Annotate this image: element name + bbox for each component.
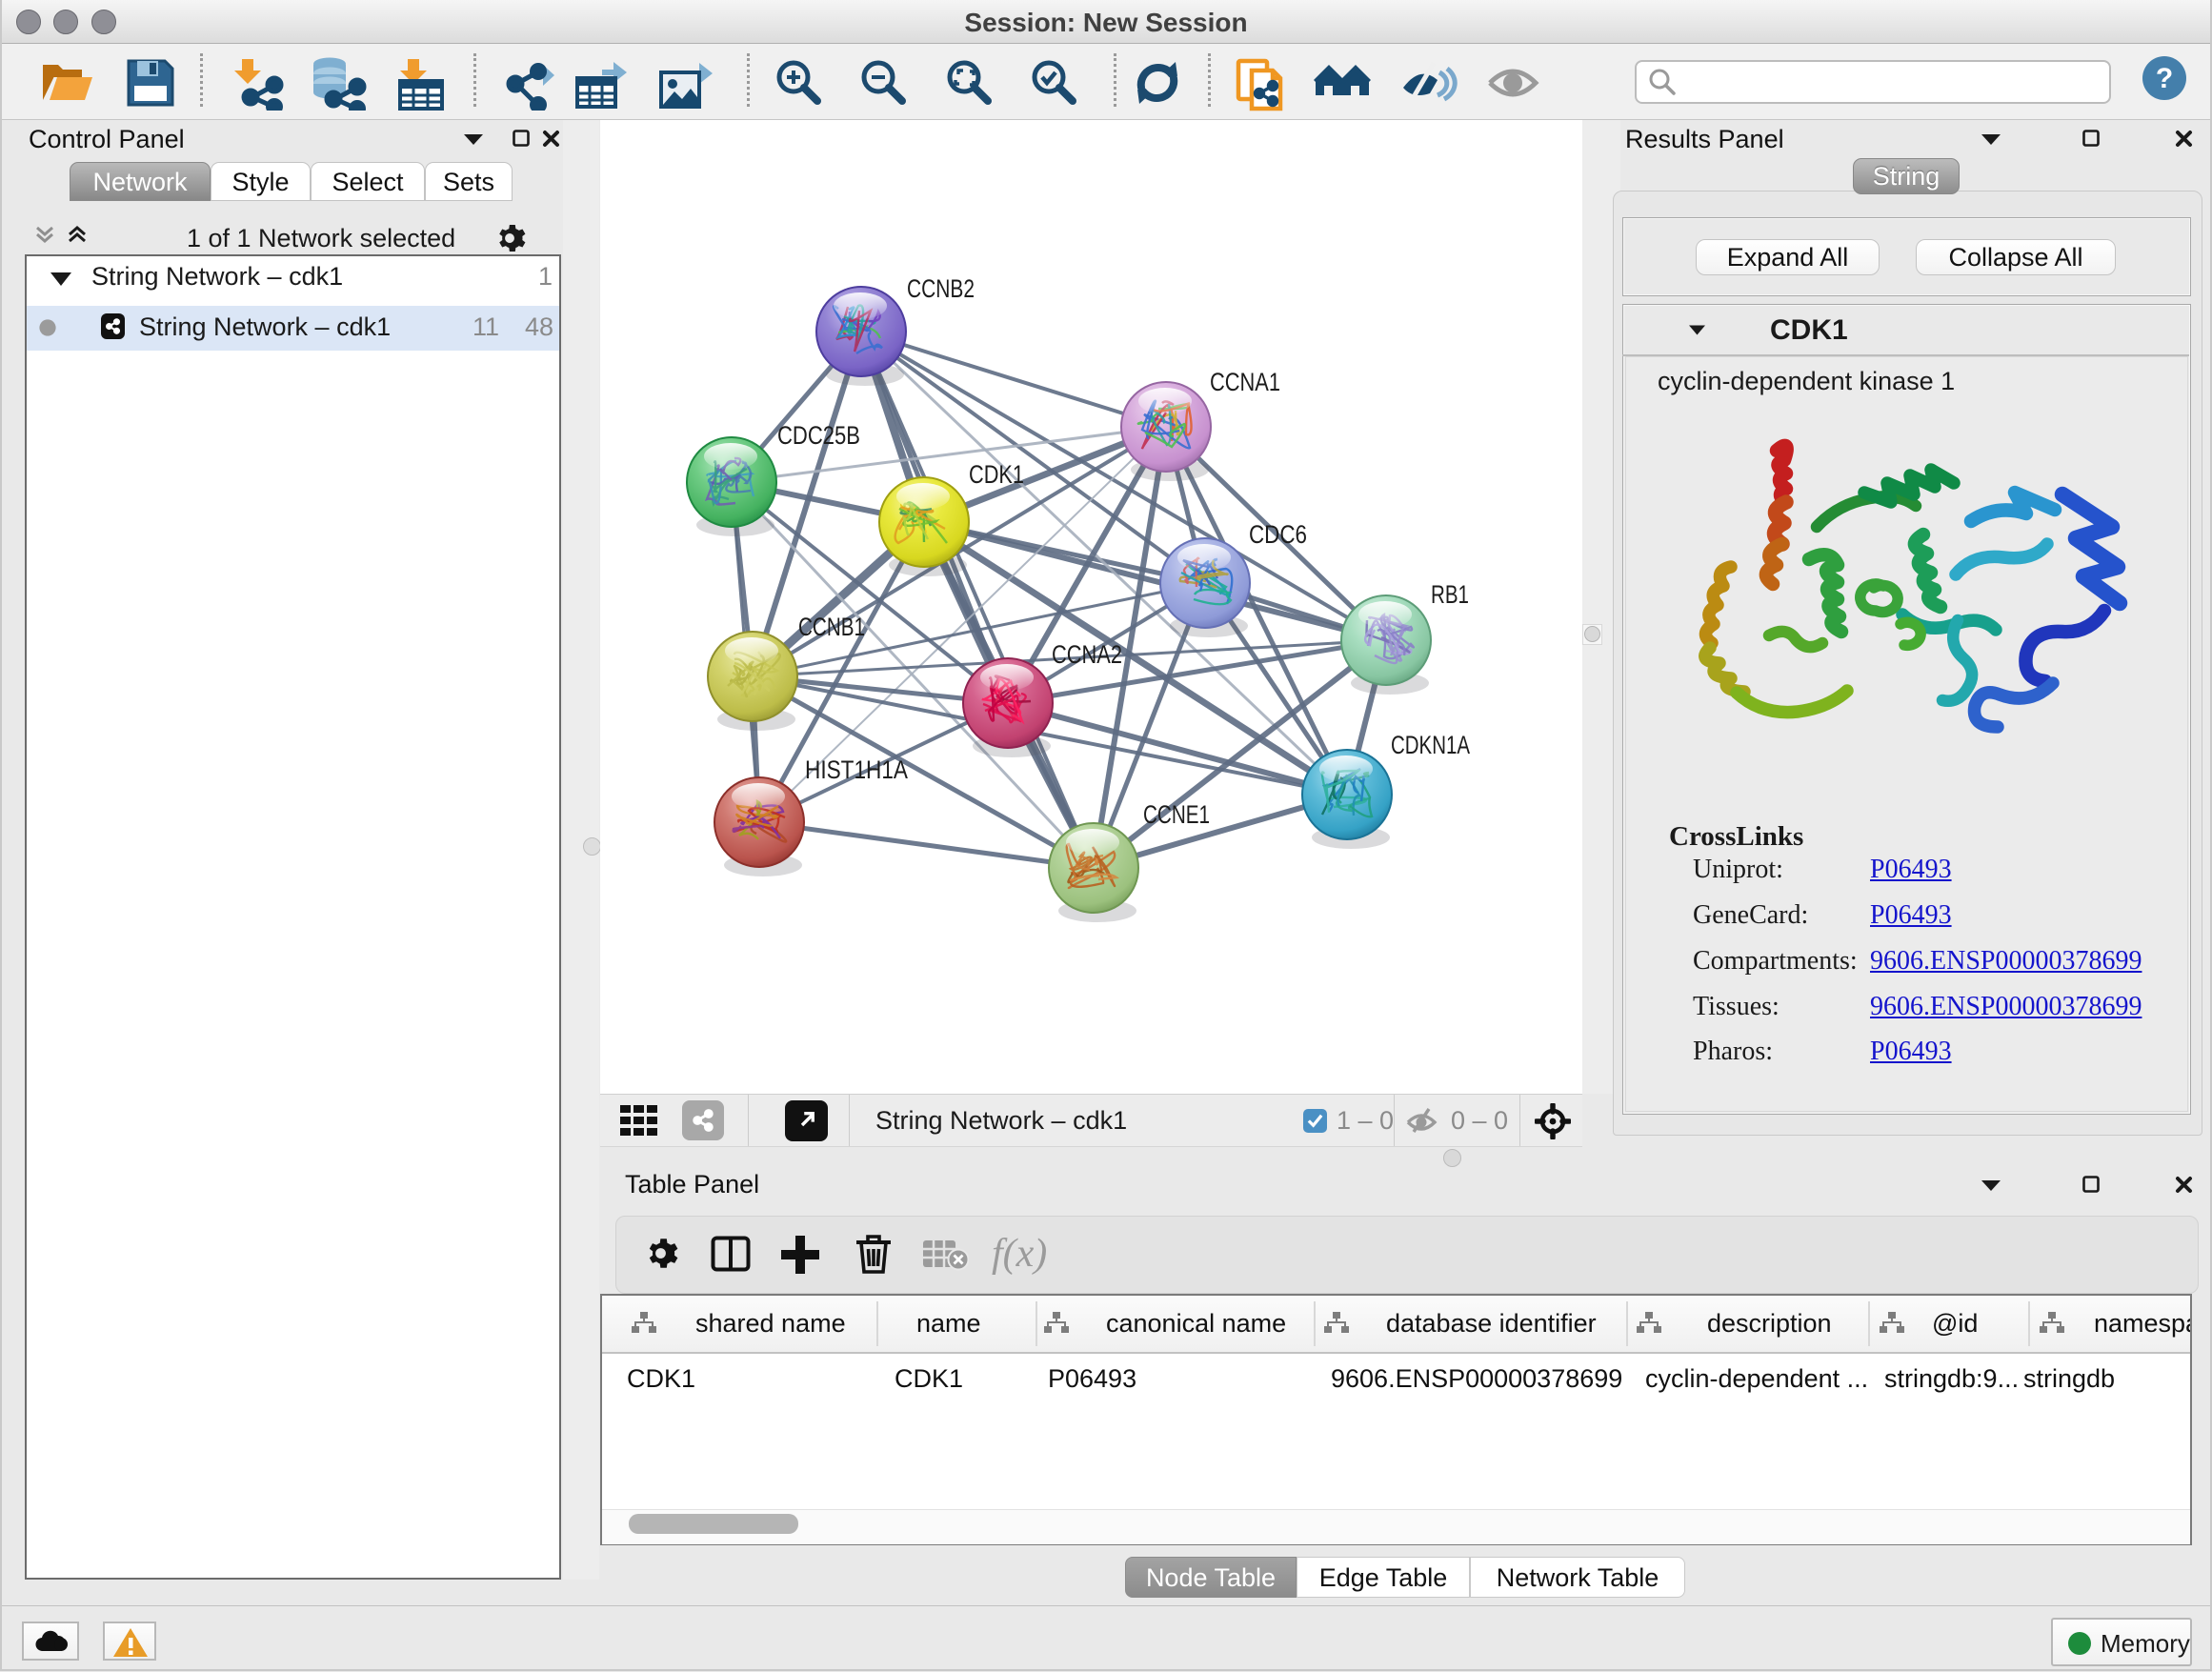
svg-text:?: ?: [2156, 63, 2173, 94]
svg-text:CCNA2: CCNA2: [1052, 640, 1122, 669]
svg-text:CCNB1: CCNB1: [798, 613, 865, 641]
svg-text:CCNE1: CCNE1: [1143, 800, 1210, 829]
svg-text:CDK1: CDK1: [969, 460, 1024, 489]
svg-text:HIST1H1A: HIST1H1A: [805, 755, 908, 784]
svg-text:CDC6: CDC6: [1249, 520, 1307, 549]
svg-text:CCNB2: CCNB2: [907, 274, 975, 303]
svg-text:CCNA1: CCNA1: [1210, 368, 1280, 396]
svg-text:CDC25B: CDC25B: [777, 421, 860, 450]
svg-text:CDKN1A: CDKN1A: [1391, 731, 1470, 759]
svg-text:RB1: RB1: [1431, 580, 1469, 609]
